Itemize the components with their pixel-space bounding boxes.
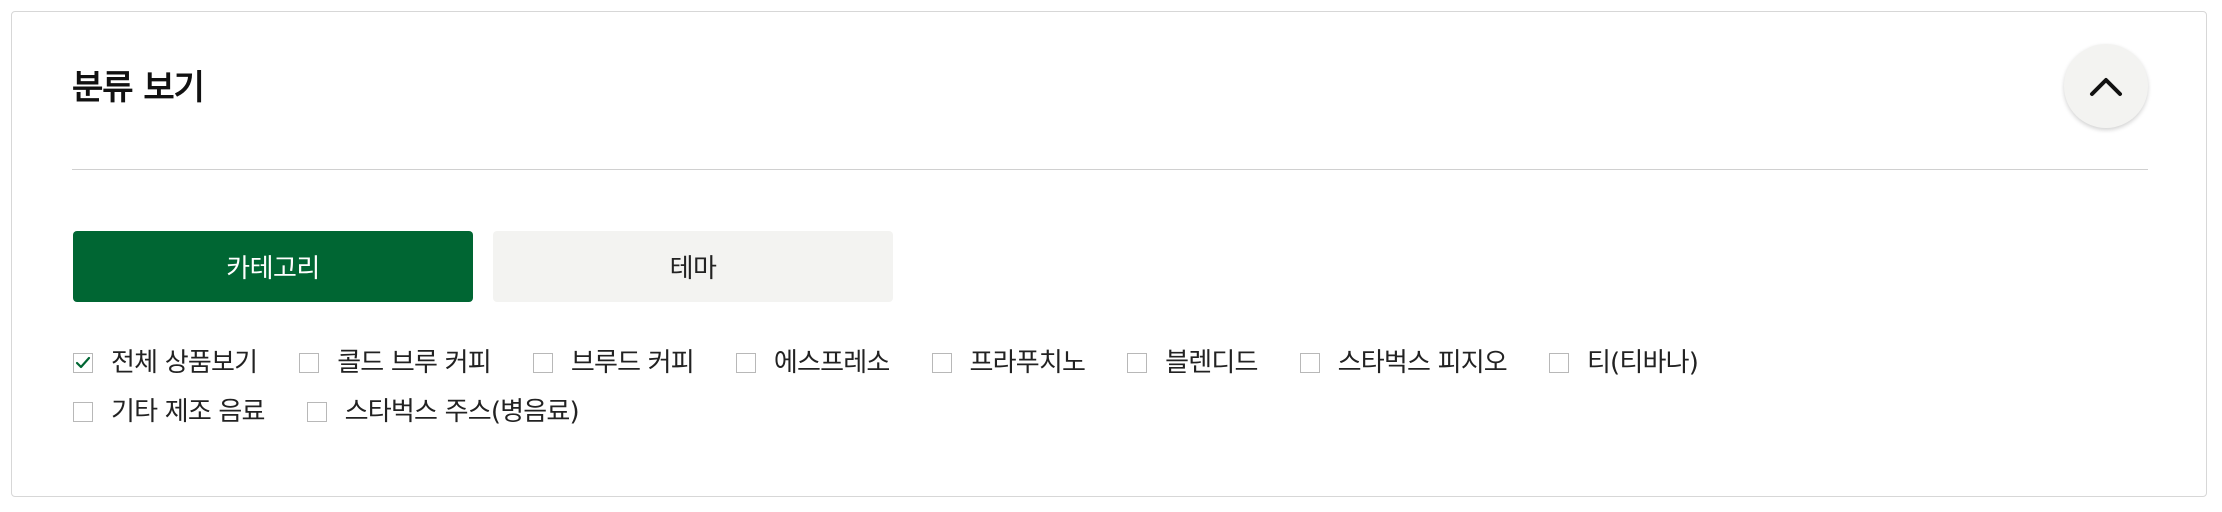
filter-all-products[interactable]: 전체 상품보기 (73, 341, 258, 385)
checkbox[interactable] (532, 353, 553, 373)
filter-label: 티(티바나) (1586, 348, 1699, 378)
filter-row: 기타 제조 음료 스타벅스 주스(병음료) (73, 390, 621, 434)
tab-theme[interactable]: 테마 (493, 231, 893, 302)
filter-label: 브루드 커피 (570, 348, 695, 378)
filter-fizzio[interactable]: 스타벅스 피지오 (1299, 341, 1508, 385)
checkbox[interactable] (73, 402, 93, 422)
tab-category[interactable]: 카테고리 (73, 231, 473, 302)
filter-cold-brew[interactable]: 콜드 브루 커피 (299, 341, 492, 385)
checkbox[interactable] (299, 353, 320, 373)
filter-other-drinks[interactable]: 기타 제조 음료 (73, 390, 265, 434)
filter-label: 에스프레소 (773, 348, 890, 378)
filter-blended[interactable]: 블렌디드 (1127, 341, 1258, 385)
filter-row: 전체 상품보기 콜드 브루 커피 브루드 커피 에스프레소 프라푸치노 블렌디드… (73, 341, 1740, 385)
checkbox[interactable] (931, 353, 952, 373)
filter-tea[interactable]: 티(티바나) (1548, 341, 1699, 385)
category-filter-panel: 분류 보기 카테고리 테마 전체 상품보기 콜드 브루 커피 브루드 커피 에스 (11, 11, 2207, 497)
filter-label: 스타벅스 주스(병음료) (344, 397, 580, 427)
checkbox[interactable] (1127, 353, 1148, 373)
collapse-button[interactable] (2064, 44, 2148, 128)
filter-brewed-coffee[interactable]: 브루드 커피 (532, 341, 695, 385)
filter-bottled-juice[interactable]: 스타벅스 주스(병음료) (306, 390, 580, 434)
filter-frappuccino[interactable]: 프라푸치노 (931, 341, 1086, 385)
section-title: 분류 보기 (72, 68, 205, 108)
checkbox[interactable] (1299, 353, 1320, 373)
filter-label: 블렌디드 (1165, 348, 1258, 378)
checkmark-icon (75, 356, 91, 369)
checkbox[interactable] (306, 402, 327, 422)
filter-label: 기타 제조 음료 (111, 397, 265, 427)
filter-label: 스타벅스 피지오 (1337, 348, 1508, 378)
filter-label: 전체 상품보기 (111, 348, 258, 378)
divider (72, 169, 2148, 170)
checkbox[interactable] (1548, 353, 1569, 373)
checkbox[interactable] (735, 353, 756, 373)
filter-label: 콜드 브루 커피 (337, 348, 491, 378)
filter-espresso[interactable]: 에스프레소 (735, 341, 890, 385)
checkbox[interactable] (73, 353, 93, 373)
filter-label: 프라푸치노 (969, 348, 1086, 378)
chevron-up-icon (2090, 78, 2122, 96)
